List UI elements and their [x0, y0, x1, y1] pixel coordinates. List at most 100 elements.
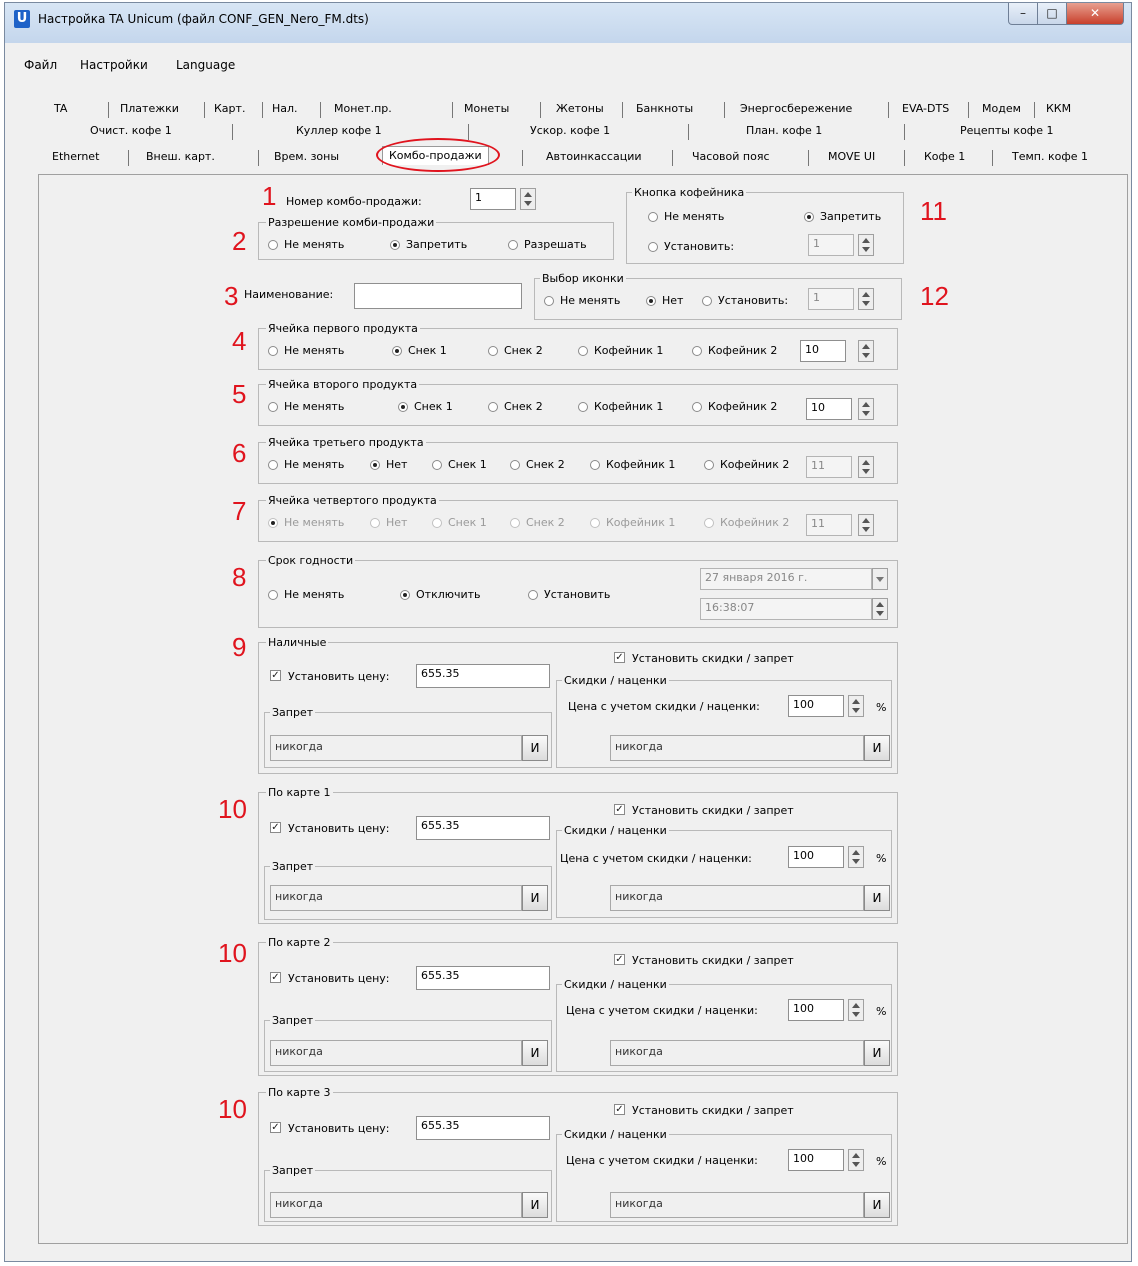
cash-set-discount-checkbox[interactable]: ✓	[614, 652, 625, 663]
permission-no-change-radio[interactable]	[268, 240, 278, 250]
menu-language[interactable]: Language	[176, 58, 235, 72]
expiry-time-spinner[interactable]	[872, 598, 888, 620]
coffee-forbid-radio[interactable]	[804, 212, 814, 222]
tab-ext-card[interactable]: Внеш. карт.	[146, 148, 215, 166]
cell2-input[interactable]: 10	[806, 398, 852, 420]
card2-set-price-checkbox[interactable]: ✓	[270, 972, 281, 983]
cell3-input[interactable]: 11	[806, 456, 852, 478]
cell2-spinner[interactable]	[858, 398, 874, 420]
permission-allow-radio[interactable]	[508, 240, 518, 250]
tab-move-ui[interactable]: MOVE UI	[828, 148, 875, 166]
combo-number-input[interactable]: 1	[470, 188, 516, 210]
card1-discount-spinner[interactable]	[848, 846, 864, 868]
card3-discount-edit-button[interactable]: И	[864, 1192, 890, 1218]
cell4-input[interactable]: 11	[806, 514, 852, 536]
expiry-date-dropdown[interactable]	[872, 568, 888, 590]
expiry-date-picker[interactable]: 27 января 2016 г.	[700, 568, 872, 590]
cash-set-price-checkbox[interactable]: ✓	[270, 670, 281, 681]
tab-timezone[interactable]: Часовой пояс	[692, 148, 770, 166]
card3-set-price-checkbox[interactable]: ✓	[270, 1122, 281, 1133]
cell1-input[interactable]: 10	[800, 340, 846, 362]
expiry-disable-radio[interactable]	[400, 590, 410, 600]
cell3-none-radio[interactable]	[370, 460, 380, 470]
cell2-snack1-radio[interactable]	[398, 402, 408, 412]
cell3-no-change-radio[interactable]	[268, 460, 278, 470]
cell4-coffee2-radio[interactable]	[704, 518, 714, 528]
cell4-snack1-radio[interactable]	[432, 518, 442, 528]
minimize-button[interactable]: –	[1008, 3, 1038, 25]
tab-coin-acceptor[interactable]: Монет.пр.	[334, 100, 392, 118]
card2-discount-spinner[interactable]	[848, 999, 864, 1021]
cell3-coffee2-radio[interactable]	[704, 460, 714, 470]
card3-discount-input[interactable]: 100	[788, 1149, 844, 1171]
cash-price-input[interactable]: 655.35	[416, 664, 550, 688]
cell3-snack1-radio[interactable]	[432, 460, 442, 470]
card1-discount-edit-button[interactable]: И	[864, 885, 890, 911]
cell3-spinner[interactable]	[858, 456, 874, 478]
card3-ban-edit-button[interactable]: И	[522, 1192, 548, 1218]
cell3-coffee1-radio[interactable]	[590, 460, 600, 470]
cash-discount-input[interactable]: 100	[788, 695, 844, 717]
cell4-coffee1-radio[interactable]	[590, 518, 600, 528]
icon-set-input[interactable]: 1	[808, 288, 854, 310]
cell1-coffee2-radio[interactable]	[692, 346, 702, 356]
cell1-spinner[interactable]	[858, 340, 874, 362]
tab-time-zones[interactable]: Врем. зоны	[274, 148, 339, 166]
expiry-time-input[interactable]: 16:38:07	[700, 598, 872, 620]
card2-set-discount-checkbox[interactable]: ✓	[614, 954, 625, 965]
icon-set-radio[interactable]	[702, 296, 712, 306]
tab-kkm[interactable]: ККМ	[1046, 100, 1071, 118]
cell4-snack2-radio[interactable]	[510, 518, 520, 528]
tab-energy-saving[interactable]: Энергосбережение	[740, 100, 852, 118]
tab-coffee-1[interactable]: Кофе 1	[924, 148, 965, 166]
cell3-snack2-radio[interactable]	[510, 460, 520, 470]
coffee-set-spinner[interactable]	[858, 234, 874, 256]
cell2-coffee1-radio[interactable]	[578, 402, 588, 412]
cell1-snack1-radio[interactable]	[392, 346, 402, 356]
card3-price-input[interactable]: 655.35	[416, 1116, 550, 1140]
tab-modem[interactable]: Модем	[982, 100, 1021, 118]
card3-discount-spinner[interactable]	[848, 1149, 864, 1171]
cell2-snack2-radio[interactable]	[488, 402, 498, 412]
tab-coffee-plan[interactable]: План. кофе 1	[746, 122, 822, 140]
tab-tokens[interactable]: Жетоны	[556, 100, 604, 118]
icon-set-spinner[interactable]	[858, 288, 874, 310]
icon-no-change-radio[interactable]	[544, 296, 554, 306]
card2-ban-edit-button[interactable]: И	[522, 1040, 548, 1066]
close-button[interactable]: ✕	[1066, 3, 1124, 25]
tab-eva-dts[interactable]: EVA-DTS	[902, 100, 949, 118]
cell2-coffee2-radio[interactable]	[692, 402, 702, 412]
cell4-no-change-radio[interactable]	[268, 518, 278, 528]
tab-ethernet[interactable]: Ethernet	[52, 148, 99, 166]
card2-discount-input[interactable]: 100	[788, 999, 844, 1021]
card2-discount-edit-button[interactable]: И	[864, 1040, 890, 1066]
tab-ta[interactable]: TA	[54, 100, 67, 118]
cash-ban-edit-button[interactable]: И	[522, 735, 548, 761]
expiry-set-radio[interactable]	[528, 590, 538, 600]
combo-number-spinner[interactable]	[520, 188, 536, 210]
cell1-no-change-radio[interactable]	[268, 346, 278, 356]
icon-none-radio[interactable]	[646, 296, 656, 306]
name-input[interactable]	[354, 283, 522, 309]
card1-discount-input[interactable]: 100	[788, 846, 844, 868]
cell1-coffee1-radio[interactable]	[578, 346, 588, 356]
tab-coffee-cleaning[interactable]: Очист. кофе 1	[90, 122, 172, 140]
coffee-no-change-radio[interactable]	[648, 212, 658, 222]
tab-coins[interactable]: Монеты	[464, 100, 509, 118]
coffee-set-input[interactable]: 1	[808, 234, 854, 256]
menu-file[interactable]: Файл	[24, 58, 57, 72]
card2-price-input[interactable]: 655.35	[416, 966, 550, 990]
tab-cash[interactable]: Нал.	[272, 100, 298, 118]
card1-price-input[interactable]: 655.35	[416, 816, 550, 840]
tab-auto-collection[interactable]: Автоинкассации	[546, 148, 642, 166]
cell4-spinner[interactable]	[858, 514, 874, 536]
card1-ban-edit-button[interactable]: И	[522, 885, 548, 911]
cell2-no-change-radio[interactable]	[268, 402, 278, 412]
tab-card[interactable]: Карт.	[214, 100, 245, 118]
card1-set-price-checkbox[interactable]: ✓	[270, 822, 281, 833]
expiry-no-change-radio[interactable]	[268, 590, 278, 600]
tab-banknotes[interactable]: Банкноты	[636, 100, 693, 118]
tab-payments[interactable]: Платежки	[120, 100, 179, 118]
tab-coffee-accel[interactable]: Ускор. кофе 1	[530, 122, 610, 140]
coffee-set-radio[interactable]	[648, 242, 658, 252]
